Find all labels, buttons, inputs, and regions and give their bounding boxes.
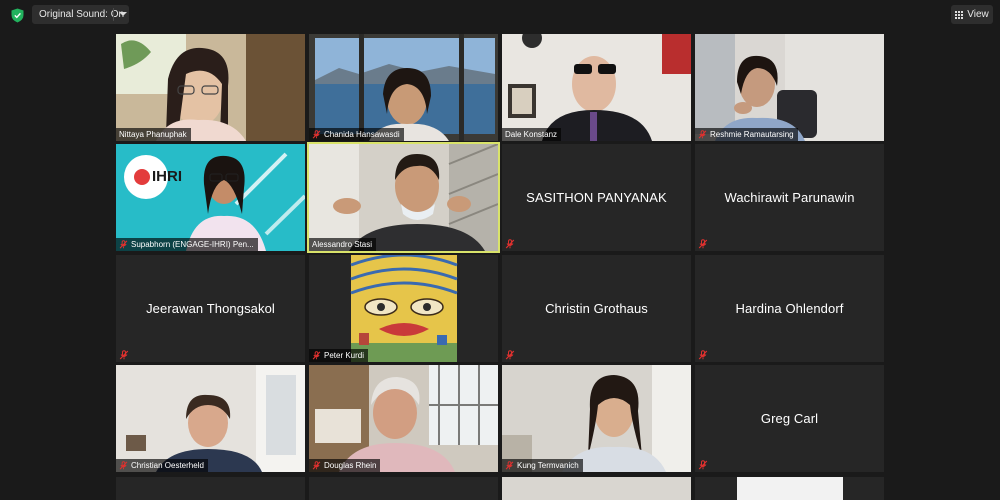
muted-mic-icon — [698, 130, 707, 139]
participant-tile[interactable]: Douglas Rhein — [309, 365, 498, 472]
participant-name: Chanida Hansawasdi — [324, 130, 400, 139]
participant-name: Alessandro Stasi — [312, 240, 373, 249]
button-divider — [113, 8, 114, 21]
participant-nametag: Supabhorn (ENGAGE-IHRI) Pen... — [116, 238, 258, 251]
participant-name-display: Hardina Ohlendorf — [735, 301, 844, 316]
muted-mic-icon — [505, 461, 514, 470]
view-label: View — [967, 9, 989, 20]
participant-nametag: Nittaya Phanuphak — [116, 128, 191, 141]
active-speaker-tile[interactable]: Alessandro Stasi — [307, 142, 500, 253]
participant-video — [502, 365, 691, 472]
participant-profile-image — [309, 255, 498, 362]
original-sound-label: Original Sound: On — [39, 9, 125, 20]
participant-tile[interactable]: IHRI Supabhorn (ENGAGE-IHRI) Pen... — [116, 144, 305, 251]
participant-nametag: Peter Kurdi — [309, 349, 369, 362]
participant-name: Christian Oesterheld — [131, 461, 204, 470]
muted-mic-icon — [119, 350, 129, 360]
participant-tile[interactable]: Peter Kurdi — [309, 255, 498, 362]
muted-mic-icon — [698, 350, 708, 360]
participant-name: Douglas Rhein — [324, 461, 377, 470]
participant-nametag: Christian Oesterheld — [116, 459, 208, 472]
participant-tile[interactable]: Reshmie Ramautarsing — [695, 34, 884, 141]
original-sound-button[interactable]: Original Sound: On — [32, 5, 129, 24]
participant-video — [309, 365, 498, 472]
participant-name: Peter Kurdi — [324, 351, 365, 360]
participant-tile-partial[interactable] — [695, 477, 884, 500]
participant-tile[interactable]: Hardina Ohlendorf — [695, 255, 884, 362]
participant-tile[interactable]: Nittaya Phanuphak — [116, 34, 305, 141]
participant-name: Dale Konstanz — [505, 130, 558, 139]
participant-name-display: Wachirawit Parunawin — [724, 190, 855, 205]
muted-mic-icon — [505, 350, 515, 360]
participant-tile[interactable]: Dale Konstanz — [502, 34, 691, 141]
participant-tile-partial[interactable] — [309, 477, 498, 500]
participant-video — [502, 34, 691, 141]
participant-tile[interactable]: Wachirawit Parunawin — [695, 144, 884, 251]
participant-video — [116, 365, 305, 472]
participant-tile[interactable]: Greg Carl — [695, 365, 884, 472]
participant-video — [695, 34, 884, 141]
participant-name-display: Christin Grothaus — [545, 301, 648, 316]
participant-video — [309, 34, 498, 141]
participant-name: Nittaya Phanuphak — [119, 130, 187, 139]
participant-tile[interactable]: Chanida Hansawasdi — [309, 34, 498, 141]
muted-mic-icon — [312, 461, 321, 470]
participant-name-display: Greg Carl — [760, 411, 819, 426]
participant-tile-partial[interactable] — [116, 477, 305, 500]
view-button[interactable]: View — [951, 5, 993, 24]
participant-name: Supabhorn (ENGAGE-IHRI) Pen... — [131, 240, 254, 249]
grid-view-icon — [955, 10, 964, 19]
participant-nametag: Douglas Rhein — [309, 459, 381, 472]
participant-video — [116, 34, 305, 141]
top-toolbar: Original Sound: On View — [0, 0, 1000, 30]
muted-mic-icon — [312, 130, 321, 139]
muted-mic-icon — [119, 240, 128, 249]
participant-tile[interactable]: Kung Termvanich — [502, 365, 691, 472]
muted-mic-icon — [505, 239, 515, 249]
muted-mic-icon — [698, 460, 708, 470]
muted-mic-icon — [312, 351, 321, 360]
participant-nametag: Dale Konstanz — [502, 128, 562, 141]
participant-nametag: Chanida Hansawasdi — [309, 128, 404, 141]
ihri-logo-text: IHRI — [152, 168, 182, 185]
participant-video — [309, 144, 498, 251]
participant-tile[interactable]: Jeerawan Thongsakol — [116, 255, 305, 362]
chevron-down-icon[interactable] — [119, 12, 127, 16]
participant-name: Reshmie Ramautarsing — [710, 130, 794, 139]
participant-video — [737, 477, 843, 500]
participant-tile[interactable]: SASITHON PANYANAK — [502, 144, 691, 251]
participant-name: Kung Termvanich — [517, 461, 579, 470]
participant-tile[interactable]: Christin Grothaus — [502, 255, 691, 362]
encryption-shield-icon[interactable] — [11, 8, 24, 23]
participant-nametag: Alessandro Stasi — [309, 238, 377, 251]
participant-name-display: Jeerawan Thongsakol — [146, 301, 275, 316]
participant-tile[interactable]: Christian Oesterheld — [116, 365, 305, 472]
participant-tile-partial[interactable] — [502, 477, 691, 500]
participant-nametag: Kung Termvanich — [502, 459, 583, 472]
muted-mic-icon — [698, 239, 708, 249]
participant-nametag: Reshmie Ramautarsing — [695, 128, 798, 141]
participant-name-display: SASITHON PANYANAK — [526, 190, 667, 205]
muted-mic-icon — [119, 461, 128, 470]
participant-video — [116, 144, 305, 251]
